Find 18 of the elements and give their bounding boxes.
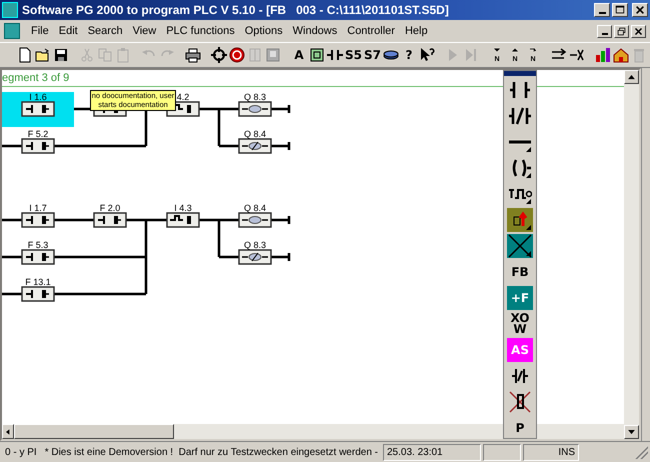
operand-label: I 4.3	[174, 203, 192, 213]
operand-label: Q 8.3	[244, 92, 266, 102]
segment-title: egment 3 of 9	[2, 72, 70, 84]
operand-label: Q 8.4	[244, 129, 266, 139]
operand-label: F 5.3	[28, 240, 48, 250]
status-text: 0 - y PI	[4, 446, 38, 460]
operand-label: Q 8.4	[244, 203, 266, 213]
operand-label: F 13.1	[25, 277, 51, 287]
status-text: 25.03. 23:01	[382, 444, 481, 460]
operand-label: I 1.7	[29, 203, 47, 213]
operand-label: Q 8.3	[244, 240, 266, 250]
operand-label: I 1.6	[29, 92, 47, 102]
operand-label: 4.2	[176, 92, 190, 102]
window-title: Software PG 2000 to program PLC V 5.10 - [FB 003 - C:\111\201101ST.S5D]	[22, 3, 450, 17]
status-text: INS	[522, 444, 579, 460]
status-text: * Dies ist eine Demoversion ! Darf nur zu Testzwecken eingesetzt werden -	[44, 446, 379, 460]
operand-label: F 2.0	[100, 203, 120, 213]
operand-label: F 5.2	[28, 129, 48, 139]
